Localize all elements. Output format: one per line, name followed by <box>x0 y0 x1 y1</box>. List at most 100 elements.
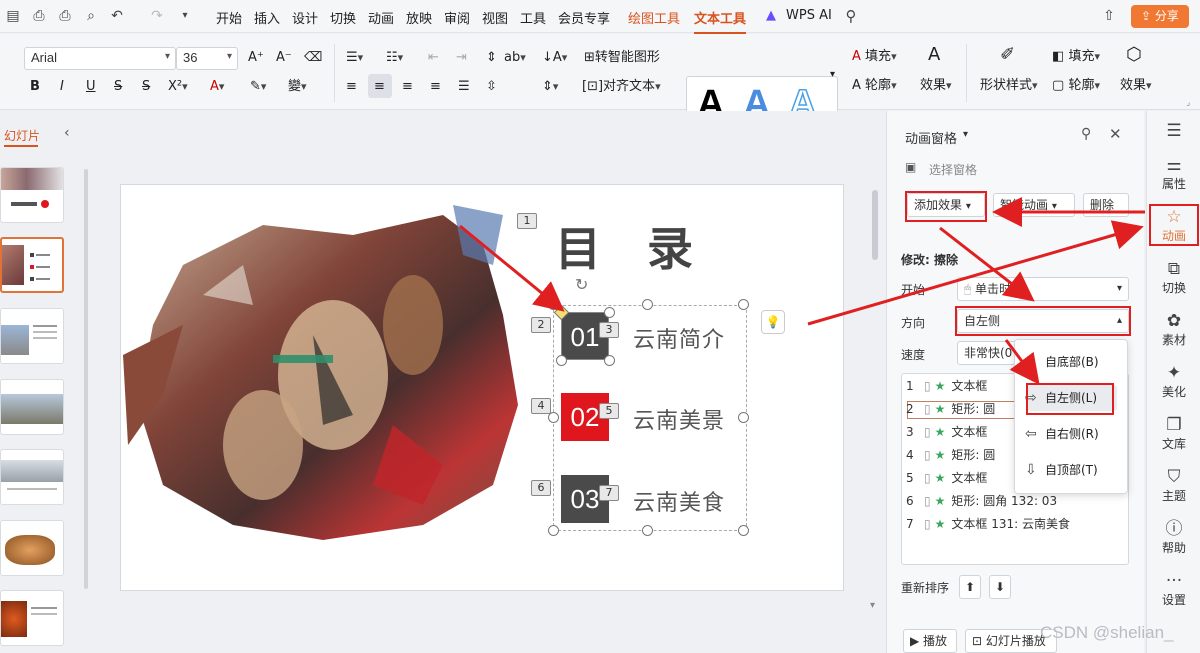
side-item-materials[interactable]: ✿ 素材 <box>1147 311 1200 348</box>
side-item-properties[interactable]: ⚌ 属性 <box>1147 155 1200 192</box>
collapse-panel-icon[interactable]: ‹ <box>64 125 70 141</box>
side-item-library[interactable]: ❐ 文库 <box>1147 415 1200 452</box>
font-color-icon[interactable]: A▾ <box>210 78 224 96</box>
more-chevron-icon[interactable]: ▾ <box>176 7 194 25</box>
scroll-down-icon[interactable]: ▾ <box>870 600 875 611</box>
numbered-list-icon[interactable]: ☷▾ <box>386 49 403 67</box>
menu-review[interactable]: 审阅 <box>444 8 470 27</box>
anim-marker-3[interactable]: 3 <box>599 322 619 338</box>
text-effect-button[interactable]: 效果▾ <box>920 77 952 95</box>
delete-button[interactable]: 删除 <box>1083 193 1129 217</box>
slide-title[interactable]: 目 录 <box>555 213 693 279</box>
slide-thumb-7[interactable] <box>0 590 64 646</box>
anim-pane-title[interactable]: 动画窗格 <box>905 128 957 147</box>
font-family-select[interactable]: Arial ▾ <box>24 47 176 70</box>
anim-marker-2[interactable]: 2 <box>531 317 551 333</box>
resize-handle[interactable] <box>604 307 615 318</box>
move-up-button[interactable]: ⬆ <box>959 575 981 599</box>
resize-handle[interactable] <box>738 299 749 310</box>
menu-transition[interactable]: 切换 <box>330 8 356 27</box>
side-item-transition[interactable]: ⧉ 切换 <box>1147 259 1200 296</box>
vertical-align-icon[interactable]: ⇳ <box>486 78 497 96</box>
line-spacing-icon[interactable]: ⇕▾ <box>542 78 558 96</box>
anim-marker-4[interactable]: 4 <box>531 398 551 414</box>
side-item-settings[interactable]: ··· 设置 <box>1147 571 1200 608</box>
label-yunnan-intro[interactable]: 云南简介 <box>633 322 725 354</box>
resize-handle[interactable] <box>642 525 653 536</box>
superscript-icon[interactable]: X²▾ <box>168 78 188 96</box>
align-right-icon[interactable]: ≡ <box>402 78 413 96</box>
anim-marker-6[interactable]: 6 <box>531 480 551 496</box>
anim-marker-5[interactable]: 5 <box>599 403 619 419</box>
slides-panel-title[interactable]: 幻灯片 <box>4 127 40 144</box>
resize-handle[interactable] <box>642 299 653 310</box>
search-icon[interactable]: ⚲ <box>842 7 860 25</box>
slide-thumb-5[interactable] <box>0 449 64 505</box>
menu-wps-ai[interactable]: WPS AI <box>786 8 832 23</box>
resize-handle[interactable] <box>556 355 567 366</box>
shape-style-icon[interactable]: ✐ <box>1000 46 1015 64</box>
font-grow-icon[interactable]: A⁺ <box>248 49 264 67</box>
direction-option-left[interactable]: ⇨ 自左侧(L) <box>1025 385 1097 411</box>
chevron-down-icon[interactable]: ▾ <box>963 129 968 140</box>
double-strike-icon[interactable]: S <box>142 78 150 96</box>
resize-handle[interactable] <box>604 355 615 366</box>
list-row[interactable]: 3 ▯ ★ 文本框 <box>906 421 987 443</box>
clear-format-icon[interactable]: ⌫ <box>304 49 322 67</box>
canvas-scrollbar[interactable] <box>872 190 878 260</box>
shape-effect-button[interactable]: 效果▾ <box>1120 77 1152 95</box>
cloud-upload-icon[interactable]: ⇧ <box>1100 7 1118 25</box>
slide-canvas[interactable]: 目 录 1 ↻ 01 2 3 云南简介 02 4 5 云南美景 03 6 7 云… <box>120 184 844 591</box>
folder-icon[interactable]: ▤ <box>4 7 22 25</box>
save-icon[interactable]: ⎙ <box>30 7 48 25</box>
share-button[interactable]: ⇪ 分享 <box>1131 5 1189 28</box>
menu-insert[interactable]: 插入 <box>254 8 280 27</box>
menu-slideshow[interactable]: 放映 <box>406 8 432 27</box>
menu-text-tools[interactable]: 文本工具 <box>694 8 747 34</box>
rotate-handle-icon[interactable]: ↻ <box>575 275 588 294</box>
direction-option-top[interactable]: ⇩ 自顶部(T) <box>1025 457 1098 483</box>
anim-marker-1[interactable]: 1 <box>517 213 537 229</box>
slide-thumb-2[interactable] <box>0 237 64 293</box>
decrease-indent-icon[interactable]: ⇤ <box>428 49 439 67</box>
bold-icon[interactable]: B <box>30 78 40 96</box>
menu-animation[interactable]: 动画 <box>368 8 394 27</box>
pin-icon[interactable]: ⚲ <box>1081 126 1091 142</box>
font-shrink-icon[interactable]: A⁻ <box>276 49 292 67</box>
direction-select[interactable]: 自左侧 ▴ <box>957 309 1129 333</box>
menu-tools[interactable]: 工具 <box>520 8 546 27</box>
text-effect-icon[interactable]: A <box>928 46 940 64</box>
smart-tip-bulb-icon[interactable]: 💡 <box>761 310 785 334</box>
expand-ribbon-icon[interactable]: ⌟ <box>1186 94 1190 112</box>
wordart-more-icon[interactable]: ▾ <box>830 66 835 84</box>
direction-option-right[interactable]: ⇦ 自右侧(R) <box>1025 421 1099 447</box>
highlight-icon[interactable]: ✎▾ <box>250 78 266 96</box>
print-icon[interactable]: ⎙ <box>56 7 74 25</box>
sort-icon[interactable]: ↓A▾ <box>542 49 567 67</box>
align-left-icon[interactable]: ≡ <box>346 78 357 96</box>
text-outline-button[interactable]: A 轮廓▾ <box>852 77 897 95</box>
side-menu-icon[interactable]: ☰ <box>1147 121 1200 141</box>
menu-member[interactable]: 会员专享 <box>558 8 610 27</box>
resize-handle[interactable] <box>738 525 749 536</box>
list-row[interactable]: 4 ▯ ★ 矩形: 圆 <box>906 444 995 466</box>
resize-handle[interactable] <box>738 412 749 423</box>
menu-view[interactable]: 视图 <box>482 8 508 27</box>
speed-select[interactable]: 非常快(0 <box>957 341 1017 365</box>
side-item-animation[interactable]: ☆ 动画 <box>1147 207 1200 244</box>
distribute-icon[interactable]: ☰ <box>458 78 470 96</box>
slide-thumb-4[interactable] <box>0 379 64 435</box>
text-direction-icon[interactable]: ⇕ <box>486 49 497 67</box>
list-row[interactable]: 5 ▯ ★ 文本框 <box>906 467 987 489</box>
bullet-list-icon[interactable]: ☰▾ <box>346 49 363 67</box>
italic-icon[interactable]: I <box>60 78 64 96</box>
align-center-icon[interactable]: ≡ <box>374 78 385 96</box>
shape-outline-button[interactable]: ▢ 轮廓▾ <box>1052 77 1100 95</box>
align-text-button[interactable]: [⊡]对齐文本▾ <box>582 78 661 96</box>
list-row[interactable]: 1 ▯ ★ 文本框 <box>906 375 987 397</box>
slide-thumb-1[interactable] <box>0 167 64 223</box>
redo-icon[interactable]: ↷ <box>148 7 166 25</box>
text-fill-button[interactable]: A 填充▾ <box>852 48 897 66</box>
label-yunnan-scenery[interactable]: 云南美景 <box>633 403 725 435</box>
justify-icon[interactable]: ≡ <box>430 78 441 96</box>
